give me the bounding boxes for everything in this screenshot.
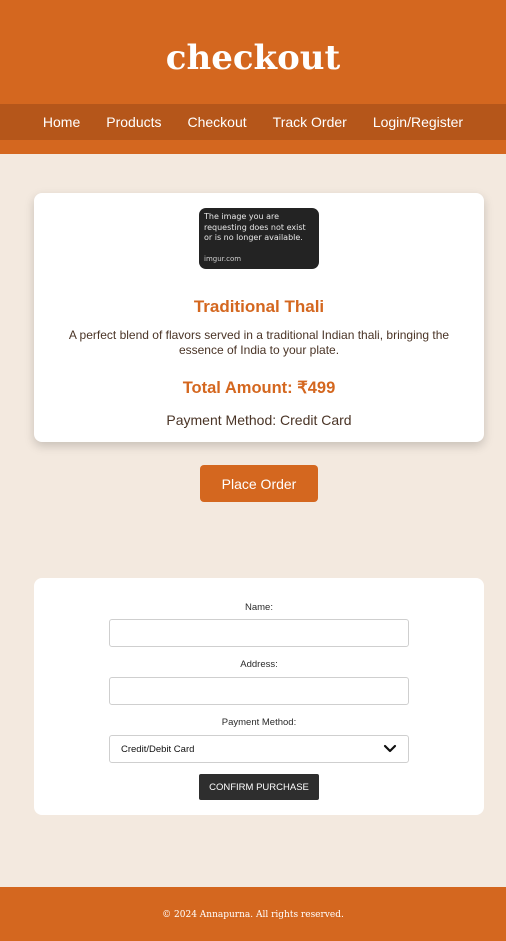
payment-method-select[interactable]: Credit/Debit Card [109,735,409,763]
nav-products[interactable]: Products [93,114,174,130]
payment-method-text: Payment Method: Credit Card [166,412,352,428]
image-source-text: imgur.com [204,254,242,263]
page-title: checkout [165,38,341,78]
site-footer: © 2024 Annapurna. All rights reserved. [0,887,506,941]
chevron-down-icon [383,744,397,754]
nav-checkout[interactable]: Checkout [175,114,260,130]
dish-image: The image you are requesting does not ex… [199,208,319,269]
address-label: Address: [240,659,278,670]
order-summary-card: The image you are requesting does not ex… [34,193,484,442]
payment-method-selected: Credit/Debit Card [121,743,195,755]
name-label: Name: [245,602,273,613]
place-order-button[interactable]: Place Order [200,465,318,502]
confirm-purchase-button[interactable]: CONFIRM PURCHASE [199,774,319,800]
address-field[interactable] [109,677,409,705]
site-header: checkout Home Products Checkout Track Or… [0,0,506,154]
total-amount: Total Amount: ₹499 [182,379,336,397]
checkout-form: Name: Address: Payment Method: Credit/De… [34,578,484,815]
dish-description: A perfect blend of flavors served in a t… [68,328,450,357]
image-placeholder-text: The image you are requesting does not ex… [204,212,306,242]
nav-track-order[interactable]: Track Order [260,114,360,130]
nav-home[interactable]: Home [30,114,93,130]
name-field[interactable] [109,619,409,647]
dish-title: Traditional Thali [193,297,325,316]
copyright-text: © 2024 Annapurna. All rights reserved. [162,910,344,920]
payment-method-label: Payment Method: [221,717,297,728]
main-nav: Home Products Checkout Track Order Login… [0,104,506,140]
nav-login-register[interactable]: Login/Register [360,114,476,130]
